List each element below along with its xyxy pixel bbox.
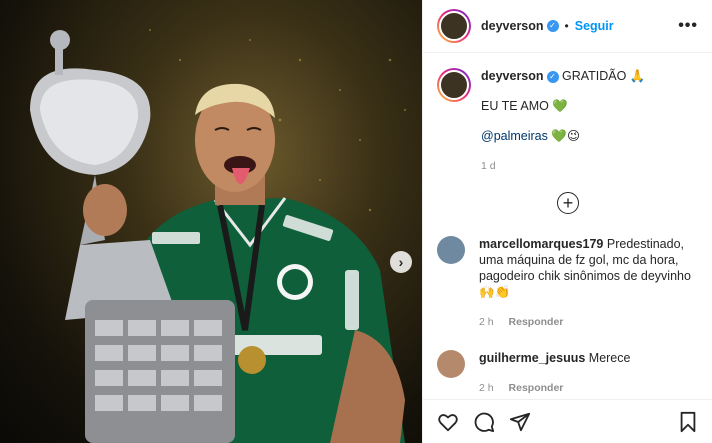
post-actions-bar	[423, 399, 712, 443]
plus-circle-icon: +	[562, 193, 574, 213]
caption-second-line: EU TE AMO 💚	[481, 99, 568, 113]
player-with-trophy-illustration	[30, 29, 406, 443]
follow-button[interactable]: Seguir	[575, 19, 614, 33]
caption-first-line: GRATIDÃO 🙏	[562, 69, 646, 83]
like-button[interactable]	[435, 409, 461, 435]
instagram-post: › deyverson ✓ • Seguir ••• deyverson ✓ G…	[0, 0, 712, 443]
heart-outline-icon	[438, 413, 458, 431]
post-side-panel: deyverson ✓ • Seguir ••• deyverson ✓ GRAT…	[422, 0, 712, 443]
mention-emojis: 💚😉	[551, 129, 580, 143]
post-header: deyverson ✓ • Seguir •••	[423, 0, 712, 53]
reply-button[interactable]: Responder	[509, 382, 564, 394]
mention-link[interactable]: @palmeiras	[481, 129, 548, 143]
reply-button[interactable]: Responder	[509, 316, 564, 328]
separator-dot: •	[564, 19, 569, 33]
comment-item: guilherme_jesuus Merece 2 h Responder	[437, 350, 699, 396]
commenter-username[interactable]: guilherme_jesuus	[479, 351, 585, 365]
comment-time[interactable]: 2 h	[479, 316, 494, 328]
post-age[interactable]: 1 d	[481, 160, 699, 172]
chevron-right-icon: ›	[398, 254, 404, 270]
comment-button[interactable]	[471, 409, 497, 435]
commenter-avatar[interactable]	[437, 350, 465, 378]
paper-plane-icon	[509, 412, 531, 431]
comment-bubble-icon	[474, 412, 495, 432]
author-avatar[interactable]	[437, 9, 471, 43]
author-username[interactable]: deyverson	[481, 19, 544, 33]
caption-avatar[interactable]	[437, 68, 471, 102]
commenter-avatar[interactable]	[437, 236, 465, 264]
bookmark-icon	[680, 411, 696, 432]
commenter-username[interactable]: marcellomarques179	[479, 237, 603, 251]
caption: deyverson ✓ GRATIDÃO 🙏 EU TE AMO 💚 @palme…	[437, 68, 699, 172]
next-photo-button[interactable]: ›	[390, 251, 412, 273]
comment-item: marcellomarques179 Predestinado, uma máq…	[437, 236, 699, 330]
post-photo[interactable]: ›	[0, 0, 422, 443]
comment-time[interactable]: 2 h	[479, 382, 494, 394]
verified-badge-icon: ✓	[546, 70, 559, 83]
caption-username[interactable]: deyverson	[481, 69, 544, 83]
save-button[interactable]	[675, 409, 701, 435]
comments-section[interactable]: deyverson ✓ GRATIDÃO 🙏 EU TE AMO 💚 @palme…	[423, 54, 712, 399]
comment-text: Merece	[588, 351, 631, 365]
share-button[interactable]	[507, 409, 533, 435]
load-more-comments-button[interactable]: +	[557, 192, 579, 214]
more-options-icon[interactable]: •••	[678, 17, 698, 35]
verified-badge-icon: ✓	[546, 20, 559, 32]
